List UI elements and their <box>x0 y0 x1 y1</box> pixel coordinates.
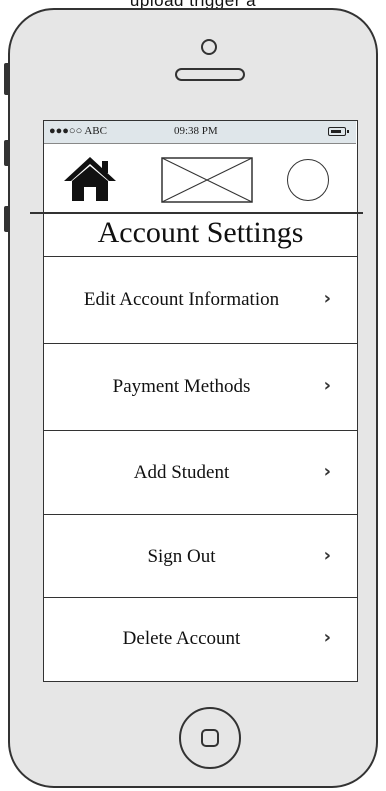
chevron-right-icon: › <box>323 375 331 396</box>
status-bar: ●●●○○ ABC 09:38 PM <box>44 121 356 144</box>
chevron-right-icon: › <box>323 288 331 309</box>
menu-item-edit-account-information[interactable]: Edit Account Information › <box>43 256 358 343</box>
menu-item-label: Sign Out <box>147 546 216 567</box>
chevron-right-icon: › <box>323 627 331 648</box>
speaker-grille <box>175 68 245 81</box>
settings-menu: Edit Account Information › Payment Metho… <box>43 256 358 682</box>
camera-icon <box>201 39 217 55</box>
menu-item-add-student[interactable]: Add Student › <box>43 430 358 514</box>
home-button-square-icon <box>201 729 219 747</box>
image-placeholder-icon <box>161 157 253 203</box>
clock-label: 09:38 PM <box>174 125 218 137</box>
menu-item-label: Payment Methods <box>112 376 251 397</box>
menu-item-sign-out[interactable]: Sign Out › <box>43 514 358 597</box>
chevron-right-icon: › <box>323 461 331 482</box>
chevron-right-icon: › <box>323 545 331 566</box>
profile-circle-icon[interactable] <box>287 159 329 201</box>
home-button[interactable] <box>179 707 241 769</box>
carrier-label: ●●●○○ ABC <box>49 125 107 137</box>
battery-icon <box>328 127 349 136</box>
volume-up-button[interactable] <box>4 140 10 166</box>
page-title: Account Settings <box>97 216 304 249</box>
menu-item-label: Edit Account Information <box>83 289 280 310</box>
menu-item-label: Add Student <box>133 462 230 483</box>
header-divider <box>30 212 363 214</box>
volume-down-button[interactable] <box>4 206 10 232</box>
menu-item-payment-methods[interactable]: Payment Methods › <box>43 343 358 430</box>
menu-item-label: Delete Account <box>122 628 241 649</box>
menu-item-delete-account[interactable]: Delete Account › <box>43 597 358 682</box>
home-icon[interactable] <box>62 155 118 203</box>
mute-switch[interactable] <box>4 63 10 95</box>
